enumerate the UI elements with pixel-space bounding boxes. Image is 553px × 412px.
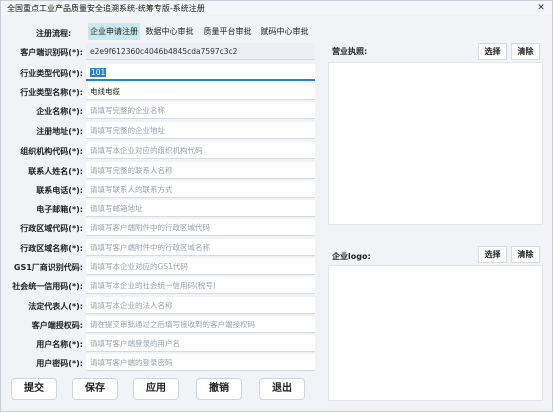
undo-button[interactable]: 撤销 — [196, 378, 242, 400]
password-field[interactable]: 请填写客户端的登录密码 — [86, 354, 315, 371]
industry-code-label: 行业类型代码(*): — [20, 69, 83, 78]
contact-phone-label: 联系电话(*): — [36, 186, 83, 195]
client-id-label: 客户端识别码(*): — [20, 48, 83, 57]
apply-button[interactable]: 应用 — [133, 378, 179, 400]
row-region-name: 行政区域名称(*): 请填写客户端附件中的行政区域名称 — [1, 239, 321, 259]
row-region-code: 行政区域代码(*): 请填写客户端附件中的行政区域代码 — [1, 219, 321, 239]
industry-code-field[interactable]: 101 — [86, 64, 315, 81]
row-contact-name: 联系人姓名(*): 请填写完整的联系人名称 — [1, 162, 321, 182]
tab-data-center[interactable]: 数据中心审批 — [143, 23, 196, 40]
credit-code-label: 社会统一信用码(*): — [12, 282, 83, 291]
industry-name-field[interactable]: 电线电缆 — [86, 83, 315, 100]
auth-code-label: 客户端授权码: — [31, 321, 83, 330]
org-code-field[interactable]: 请填写本企业对应的组织机构代码 — [86, 142, 315, 159]
legal-rep-field[interactable]: 请填写本企业的法人名称 — [86, 297, 315, 314]
industry-name-label: 行业类型名称(*): — [20, 88, 83, 97]
title-bar: 全国重点工业产品质量安全追溯系统-统筹专版-系统注册 ✕ — [1, 1, 552, 15]
region-name-field[interactable]: 请填写客户端附件中的行政区域名称 — [86, 239, 315, 256]
row-client-id: 客户端识别码(*): e2e9f612360c4046b4845cda7597c… — [1, 43, 321, 63]
exit-button[interactable]: 退出 — [259, 378, 305, 400]
password-label: 用户密码(*): — [36, 359, 83, 368]
email-label: 电子邮箱(*): — [36, 205, 83, 214]
tab-quality-platform[interactable]: 质量平台审批 — [201, 23, 254, 40]
region-code-field[interactable]: 请填写客户端附件中的行政区域代码 — [86, 219, 315, 236]
row-legal-rep: 法定代表人(*): 请填写本企业的法人名称 — [1, 297, 321, 317]
gs1-code-field[interactable]: 请填写本企业对应的GS1代码 — [86, 258, 315, 275]
row-auth-code: 客户端授权码: 请在提交审批通过之后填写接收到的客户端授权码 — [1, 316, 321, 336]
window-title: 全国重点工业产品质量安全追溯系统-统筹专版-系统注册 — [7, 4, 205, 13]
address-label: 注册地址(*): — [36, 127, 83, 136]
row-industry-code: 行业类型代码(*): 101 — [1, 64, 321, 84]
region-name-label: 行政区域名称(*): — [20, 244, 83, 253]
username-field[interactable]: 请填写客户端登录的用户名 — [86, 335, 315, 352]
contact-name-field[interactable]: 请填写完整的联系人名称 — [86, 162, 315, 179]
tab-company-apply[interactable]: 企业申请注册 — [88, 23, 140, 40]
row-credit-code: 社会统一信用码(*): 请填写本企业的社会统一信用码(税号) — [1, 277, 321, 297]
contact-phone-field[interactable]: 请填写联系人的联系方式 — [86, 181, 315, 198]
row-contact-phone: 联系电话(*): 请填写联系人的联系方式 — [1, 181, 321, 201]
row-username: 用户名称(*): 请填写客户端登录的用户名 — [1, 335, 321, 355]
row-gs1-code: GS1厂商识别代码: 请填写本企业对应的GS1代码 — [1, 258, 321, 278]
auth-code-field[interactable]: 请在提交审批通过之后填写接收到的客户端授权码 — [86, 316, 315, 333]
industry-code-value: 101 — [90, 68, 107, 77]
tab-coding-center[interactable]: 赋码中心审批 — [258, 23, 311, 40]
row-address: 注册地址(*): 请填写完整的企业地址 — [1, 122, 321, 142]
company-name-field[interactable]: 请填写完整的企业名称 — [86, 102, 315, 119]
row-email: 电子邮箱(*): 请填写邮箱地址 — [1, 200, 321, 220]
license-image-area[interactable] — [328, 62, 543, 225]
org-code-label: 组织机构代码(*): — [20, 147, 83, 156]
close-icon[interactable]: ✕ — [535, 2, 547, 14]
save-button[interactable]: 保存 — [72, 378, 118, 400]
logo-image-area[interactable] — [328, 265, 543, 401]
row-org-code: 组织机构代码(*): 请填写本企业对应的组织机构代码 — [1, 142, 321, 162]
contact-name-label: 联系人姓名(*): — [28, 167, 83, 176]
license-label: 营业执照: — [332, 47, 368, 56]
logo-clear-button[interactable]: 清除 — [511, 246, 540, 263]
submit-button[interactable]: 提交 — [11, 378, 57, 400]
email-field[interactable]: 请填写邮箱地址 — [86, 200, 315, 217]
license-clear-button[interactable]: 清除 — [511, 43, 540, 60]
row-industry-name: 行业类型名称(*): 电线电缆 — [1, 83, 321, 103]
client-id-field[interactable]: e2e9f612360c4046b4845cda7597c3c2 — [86, 43, 315, 60]
username-label: 用户名称(*): — [36, 340, 83, 349]
region-code-label: 行政区域代码(*): — [20, 224, 83, 233]
license-select-button[interactable]: 选择 — [478, 43, 507, 60]
logo-label: 企业logo: — [332, 252, 371, 261]
row-password: 用户密码(*): 请填写客户端的登录密码 — [1, 354, 321, 374]
row-company-name: 企业名称(*): 请填写完整的企业名称 — [1, 102, 321, 122]
company-name-label: 企业名称(*): — [36, 107, 83, 116]
tabs-label: 注册流程: — [36, 29, 72, 38]
registration-window: 全国重点工业产品质量安全追溯系统-统筹专版-系统注册 ✕ 注册流程: 企业申请注… — [0, 0, 553, 412]
credit-code-field[interactable]: 请填写本企业的社会统一信用码(税号) — [86, 277, 315, 294]
gs1-code-label: GS1厂商识别代码: — [13, 263, 83, 272]
address-field[interactable]: 请填写完整的企业地址 — [86, 122, 315, 139]
legal-rep-label: 法定代表人(*): — [28, 302, 83, 311]
logo-select-button[interactable]: 选择 — [478, 246, 507, 263]
